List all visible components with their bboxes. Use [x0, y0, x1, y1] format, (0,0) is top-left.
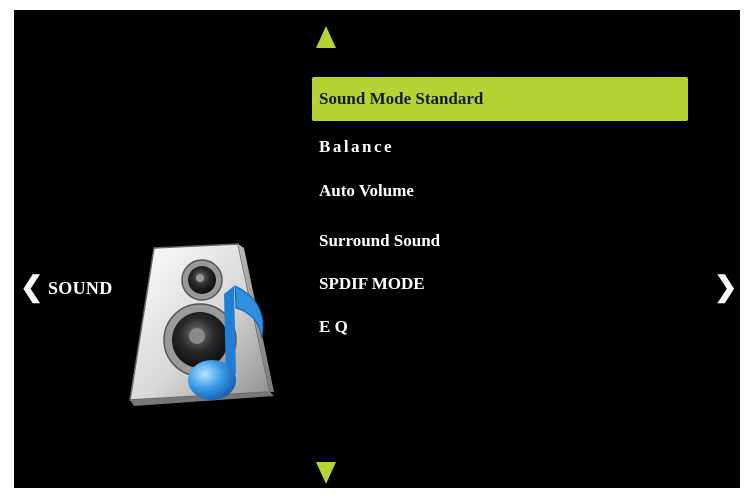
previous-category-chevron-icon[interactable]: ❮ — [20, 274, 43, 302]
menu-item-auto-volume[interactable]: Auto Volume — [312, 169, 414, 213]
menu-item-balance[interactable]: Balance — [312, 125, 394, 169]
menu-item-surround-sound[interactable]: Surround Sound — [312, 219, 440, 263]
speaker-music-note-icon — [129, 243, 274, 406]
tv-menu-screen: ❮ SOUND Sound Mode Standard Balance Auto… — [14, 10, 740, 488]
category-label: SOUND — [48, 278, 113, 298]
menu-item-spdif-mode[interactable]: SPDIF MODE — [312, 262, 425, 306]
scroll-up-arrow-icon[interactable] — [316, 26, 336, 48]
menu-item-sound-mode[interactable]: Sound Mode Standard — [312, 77, 688, 121]
next-category-chevron-icon[interactable]: ❯ — [714, 274, 737, 302]
menu-item-eq[interactable]: E Q — [312, 305, 348, 349]
scroll-down-arrow-icon[interactable] — [316, 462, 336, 484]
